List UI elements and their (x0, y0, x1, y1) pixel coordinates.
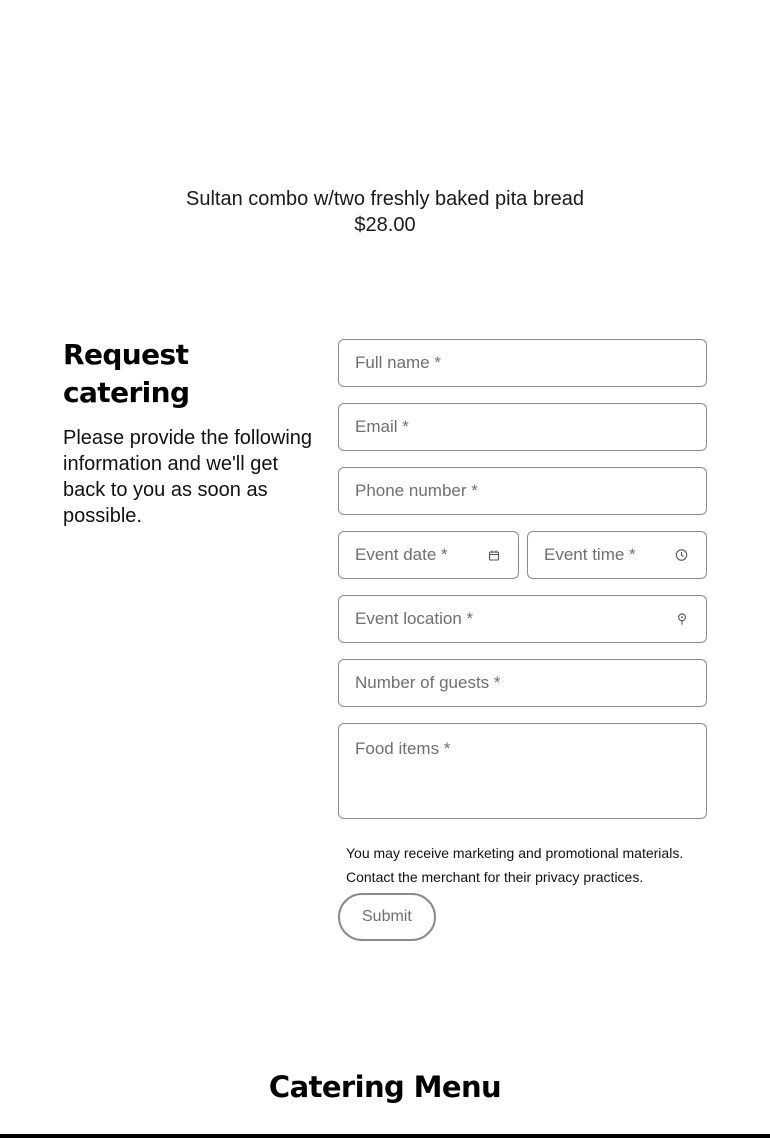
product-name: Sultan combo w/two freshly baked pita br… (186, 188, 584, 210)
catering-intro: Request catering Please provide the foll… (63, 336, 323, 529)
catering-menu-heading: Catering Menu (268, 1070, 502, 1104)
catering-title: Request catering (63, 338, 190, 409)
event-location-input[interactable] (339, 596, 706, 642)
full-name-input[interactable] (339, 340, 706, 386)
email-field-wrapper (338, 403, 707, 451)
section-divider (0, 1134, 770, 1138)
event-location-field-wrapper (338, 595, 707, 643)
catering-description: Please provide the following information… (63, 427, 313, 527)
phone-number-input[interactable] (339, 468, 706, 514)
catering-request-form: You may receive marketing and promotiona… (338, 339, 707, 941)
email-input[interactable] (339, 404, 706, 450)
event-time-field-wrapper (527, 531, 707, 579)
marketing-disclaimer: You may receive marketing and promotiona… (346, 845, 684, 885)
product-price: $28.00 (354, 214, 416, 236)
full-name-field-wrapper (338, 339, 707, 387)
guests-field-wrapper (338, 659, 707, 707)
food-items-textarea[interactable] (339, 724, 706, 818)
phone-field-wrapper (338, 467, 707, 515)
event-time-input[interactable] (528, 532, 706, 578)
food-items-field-wrapper (338, 723, 707, 819)
event-date-time-row (338, 531, 707, 595)
submit-button[interactable]: Submit (338, 893, 436, 941)
number-of-guests-input[interactable] (339, 660, 706, 706)
event-date-input[interactable] (339, 532, 518, 578)
event-date-field-wrapper (338, 531, 519, 579)
product-summary: Sultan combo w/two freshly baked pita br… (0, 186, 770, 238)
